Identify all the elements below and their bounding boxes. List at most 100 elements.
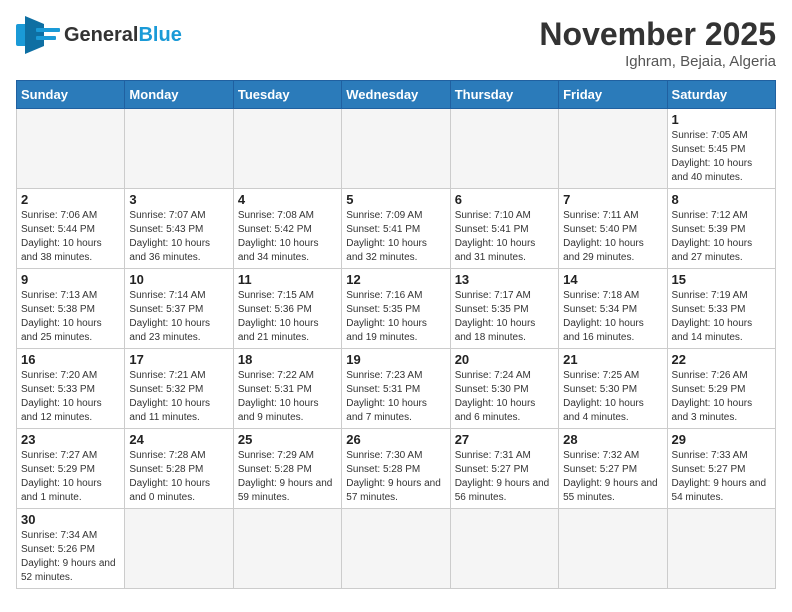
weekday-header-wednesday: Wednesday [342,81,450,109]
day-number: 23 [21,432,120,447]
weekday-header-thursday: Thursday [450,81,558,109]
day-info: Sunrise: 7:08 AM Sunset: 5:42 PM Dayligh… [238,209,337,265]
calendar-cell-w2d1: 10 Sunrise: 7:14 AM Sunset: 5:37 PM Dayli… [125,269,233,349]
day-info: Sunrise: 7:24 AM Sunset: 5:30 PM Dayligh… [455,369,554,425]
day-info: Sunrise: 7:29 AM Sunset: 5:28 PM Dayligh… [238,449,337,505]
day-number: 16 [21,352,120,367]
day-number: 19 [346,352,445,367]
calendar-cell-w5d3 [342,509,450,589]
day-info: Sunrise: 7:14 AM Sunset: 5:37 PM Dayligh… [129,289,228,345]
day-info: Sunrise: 7:30 AM Sunset: 5:28 PM Dayligh… [346,449,445,505]
day-number: 10 [129,272,228,287]
title-area: November 2025 Ighram, Bejaia, Algeria [539,16,776,70]
logo-text: GeneralBlue [64,25,182,45]
calendar-cell-w3d3: 19 Sunrise: 7:23 AM Sunset: 5:31 PM Dayli… [342,349,450,429]
day-info: Sunrise: 7:11 AM Sunset: 5:40 PM Dayligh… [563,209,662,265]
weekday-header-sunday: Sunday [17,81,125,109]
location: Ighram, Bejaia, Algeria [539,53,776,70]
day-info: Sunrise: 7:33 AM Sunset: 5:27 PM Dayligh… [672,449,771,505]
day-number: 25 [238,432,337,447]
calendar-cell-w2d3: 12Sunrise: 7:16 AM Sunset: 5:35 PM Dayli… [342,269,450,349]
calendar-cell-w4d6: 29 Sunrise: 7:33 AM Sunset: 5:27 PM Dayli… [667,429,775,509]
day-info: Sunrise: 7:27 AM Sunset: 5:29 PM Dayligh… [21,449,120,505]
calendar-cell-w0d4 [450,109,558,189]
day-info: Sunrise: 7:10 AM Sunset: 5:41 PM Dayligh… [455,209,554,265]
calendar-cell-w5d4 [450,509,558,589]
day-number: 11 [238,272,337,287]
day-number: 18 [238,352,337,367]
day-info: Sunrise: 7:23 AM Sunset: 5:31 PM Dayligh… [346,369,445,425]
calendar-cell-w5d1 [125,509,233,589]
calendar-cell-w2d6: 15 Sunrise: 7:19 AM Sunset: 5:33 PM Dayli… [667,269,775,349]
calendar-cell-w1d5: 7 Sunrise: 7:11 AM Sunset: 5:40 PM Daylig… [559,189,667,269]
calendar-cell-w1d1: 3 Sunrise: 7:07 AM Sunset: 5:43 PM Daylig… [125,189,233,269]
day-info: Sunrise: 7:25 AM Sunset: 5:30 PM Dayligh… [563,369,662,425]
calendar-cell-w2d0: 9Sunrise: 7:13 AM Sunset: 5:38 PM Daylig… [17,269,125,349]
weekday-header-tuesday: Tuesday [233,81,341,109]
calendar-cell-w5d5 [559,509,667,589]
calendar-cell-w1d0: 2Sunrise: 7:06 AM Sunset: 5:44 PM Daylig… [17,189,125,269]
day-number: 1 [672,112,771,127]
header: GeneralBlue November 2025 Ighram, Bejaia… [16,16,776,70]
day-number: 8 [672,192,771,207]
calendar-cell-w0d6: 1Sunrise: 7:05 AM Sunset: 5:45 PM Daylig… [667,109,775,189]
day-number: 26 [346,432,445,447]
weekday-header-friday: Friday [559,81,667,109]
day-info: Sunrise: 7:12 AM Sunset: 5:39 PM Dayligh… [672,209,771,265]
calendar-cell-w4d2: 25 Sunrise: 7:29 AM Sunset: 5:28 PM Dayli… [233,429,341,509]
day-info: Sunrise: 7:34 AM Sunset: 5:26 PM Dayligh… [21,529,120,585]
day-number: 7 [563,192,662,207]
day-info: Sunrise: 7:20 AM Sunset: 5:33 PM Dayligh… [21,369,120,425]
calendar-cell-w3d2: 18Sunrise: 7:22 AM Sunset: 5:31 PM Dayli… [233,349,341,429]
day-number: 17 [129,352,228,367]
day-info: Sunrise: 7:26 AM Sunset: 5:29 PM Dayligh… [672,369,771,425]
calendar-cell-w4d5: 28 Sunrise: 7:32 AM Sunset: 5:27 PM Dayli… [559,429,667,509]
calendar-cell-w3d6: 22 Sunrise: 7:26 AM Sunset: 5:29 PM Dayli… [667,349,775,429]
calendar-cell-w1d6: 8 Sunrise: 7:12 AM Sunset: 5:39 PM Daylig… [667,189,775,269]
day-number: 20 [455,352,554,367]
calendar-cell-w2d5: 14 Sunrise: 7:18 AM Sunset: 5:34 PM Dayli… [559,269,667,349]
calendar-cell-w2d4: 13Sunrise: 7:17 AM Sunset: 5:35 PM Dayli… [450,269,558,349]
day-info: Sunrise: 7:21 AM Sunset: 5:32 PM Dayligh… [129,369,228,425]
day-number: 15 [672,272,771,287]
calendar-cell-w3d5: 21 Sunrise: 7:25 AM Sunset: 5:30 PM Dayli… [559,349,667,429]
calendar-cell-w0d1 [125,109,233,189]
calendar-cell-w4d1: 24 Sunrise: 7:28 AM Sunset: 5:28 PM Dayli… [125,429,233,509]
calendar-cell-w3d1: 17 Sunrise: 7:21 AM Sunset: 5:32 PM Dayli… [125,349,233,429]
calendar-cell-w3d4: 20 Sunrise: 7:24 AM Sunset: 5:30 PM Dayli… [450,349,558,429]
day-number: 27 [455,432,554,447]
day-number: 3 [129,192,228,207]
calendar-cell-w4d4: 27 Sunrise: 7:31 AM Sunset: 5:27 PM Dayli… [450,429,558,509]
day-number: 30 [21,512,120,527]
day-number: 4 [238,192,337,207]
calendar: SundayMondayTuesdayWednesdayThursdayFrid… [16,80,776,589]
day-info: Sunrise: 7:09 AM Sunset: 5:41 PM Dayligh… [346,209,445,265]
logo-icon [16,16,60,54]
calendar-cell-w5d0: 30 Sunrise: 7:34 AM Sunset: 5:26 PM Dayli… [17,509,125,589]
day-number: 29 [672,432,771,447]
day-info: Sunrise: 7:07 AM Sunset: 5:43 PM Dayligh… [129,209,228,265]
day-number: 28 [563,432,662,447]
day-number: 22 [672,352,771,367]
day-info: Sunrise: 7:19 AM Sunset: 5:33 PM Dayligh… [672,289,771,345]
calendar-cell-w1d2: 4 Sunrise: 7:08 AM Sunset: 5:42 PM Daylig… [233,189,341,269]
day-info: Sunrise: 7:15 AM Sunset: 5:36 PM Dayligh… [238,289,337,345]
logo-blue: Blue [138,24,181,46]
month-title: November 2025 [539,16,776,53]
calendar-cell-w5d2 [233,509,341,589]
day-info: Sunrise: 7:31 AM Sunset: 5:27 PM Dayligh… [455,449,554,505]
day-info: Sunrise: 7:28 AM Sunset: 5:28 PM Dayligh… [129,449,228,505]
day-number: 24 [129,432,228,447]
calendar-cell-w0d0 [17,109,125,189]
day-number: 5 [346,192,445,207]
calendar-cell-w4d3: 26 Sunrise: 7:30 AM Sunset: 5:28 PM Dayli… [342,429,450,509]
calendar-cell-w0d5 [559,109,667,189]
day-info: Sunrise: 7:32 AM Sunset: 5:27 PM Dayligh… [563,449,662,505]
calendar-cell-w0d3 [342,109,450,189]
calendar-cell-w5d6 [667,509,775,589]
day-number: 2 [21,192,120,207]
day-info: Sunrise: 7:18 AM Sunset: 5:34 PM Dayligh… [563,289,662,345]
day-number: 21 [563,352,662,367]
day-number: 14 [563,272,662,287]
logo-general: General [64,24,138,46]
